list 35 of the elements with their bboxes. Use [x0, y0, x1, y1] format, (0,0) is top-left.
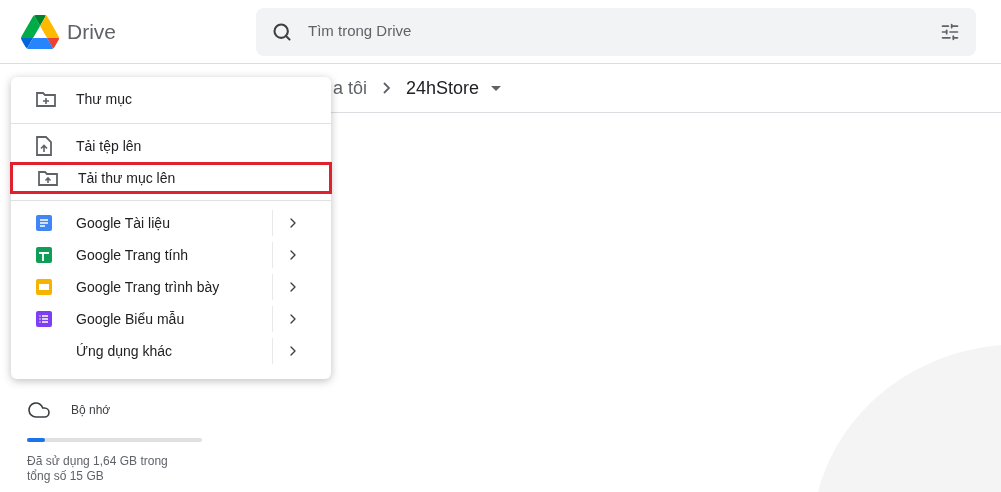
storage-usage: Đã sử dụng 1,64 GB trong tổng số 15 GB	[27, 454, 169, 484]
form-icon	[36, 311, 52, 327]
menu-item-label: Google Tài liệu	[76, 213, 171, 233]
search-icon	[272, 21, 292, 42]
breadcrumb-item[interactable]: 24hStore	[406, 74, 480, 102]
dropdown-caret-icon[interactable]	[491, 85, 502, 91]
chevron-icon	[383, 82, 391, 94]
menu-item-label: Thư mục	[76, 89, 134, 109]
slides-icon	[36, 279, 52, 295]
breadcrumb-item[interactable]: a tôi	[333, 74, 368, 102]
file-upload-icon	[36, 136, 52, 156]
spreadsheet-icon	[36, 247, 52, 263]
menu-item-label: Ứng dụng khác	[76, 341, 174, 361]
menu-item[interactable]: Tải tệp lên	[11, 130, 331, 162]
menu-item-label: Google Trang tính	[76, 245, 190, 265]
menu-item-label: Google Biểu mẫu	[76, 309, 186, 329]
menu-item[interactable]: Google Tài liệu	[11, 207, 331, 239]
menu-item-label: Tải thư mục lên	[78, 168, 177, 188]
menu-item[interactable]: Google Biểu mẫu	[11, 303, 331, 335]
menu-item[interactable]: Tải thư mục lên	[10, 162, 332, 194]
filter-icon[interactable]	[940, 21, 960, 42]
folder-plus-icon	[36, 91, 56, 107]
app-name: Drive	[67, 18, 116, 45]
folder-upload-icon	[38, 170, 58, 186]
menu-item[interactable]: Ứng dụng khác	[11, 335, 331, 367]
drive-logo-icon	[21, 14, 59, 49]
menu-item[interactable]: Google Trang tính	[11, 239, 331, 271]
document-icon	[36, 215, 52, 231]
search-bar[interactable]: Tìm trong Drive	[256, 7, 976, 56]
menu-item-label: Tải tệp lên	[76, 136, 143, 156]
search-field[interactable]: Tìm trong Drive	[308, 20, 924, 43]
menu-item[interactable]: Thư mục	[11, 83, 331, 115]
storage-label[interactable]: Bộ nhớ	[71, 401, 111, 419]
menu-item-label: Google Trang trình bày	[76, 277, 221, 297]
menu-item[interactable]: Google Trang trình bày	[11, 271, 331, 303]
